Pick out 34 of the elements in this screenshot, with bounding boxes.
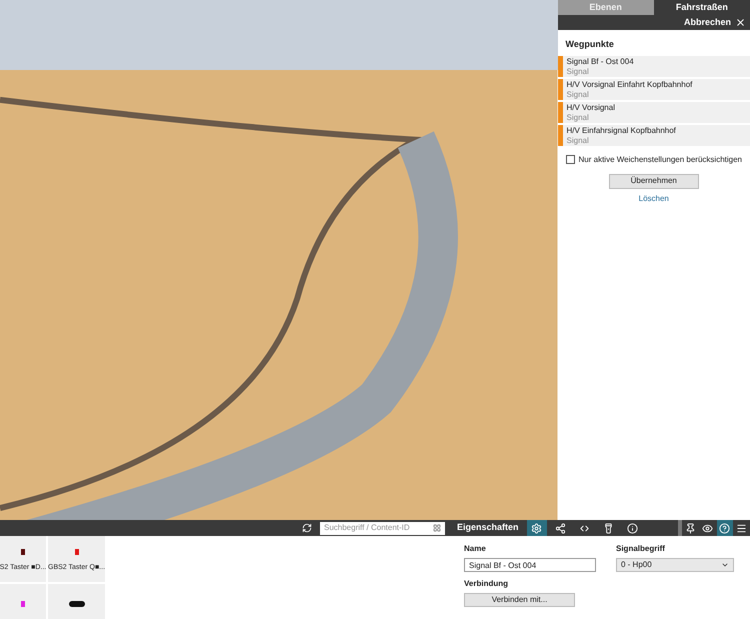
help-icon[interactable] — [716, 520, 733, 536]
checkbox-label: Nur aktive Weichenstellungen berücksichtigen — [578, 154, 742, 166]
waypoint-type: Signal — [566, 90, 590, 100]
chevron-icon — [721, 561, 729, 569]
waypoint-type: Signal — [566, 66, 590, 76]
name-input[interactable]: Signal Bf - Ost 004 — [464, 558, 596, 572]
waypoint-name: H/V Vorsignal Einfahrt Kopfbahnhof — [566, 80, 692, 90]
waypoint-item[interactable]: H/V Einfahrsignal Kopfbahnhof Signal — [558, 124, 750, 146]
waypoint-item[interactable]: H/V Vorsignal Einfahrt Kopfbahnhof Signal — [558, 78, 750, 100]
waypoint-item[interactable]: H/V Vorsignal Signal — [558, 102, 750, 122]
waypoint-item[interactable]: Signal Bf - Ost 004 Signal — [558, 56, 750, 76]
waypoint-name: Signal Bf - Ost 004 — [566, 56, 634, 66]
panel-tab[interactable]: Fahrstraßen — [654, 0, 750, 15]
waypoint-name: H/V Einfahrsignal Kopfbahnhof — [566, 126, 676, 136]
properties-title: Eigenschaften — [457, 521, 519, 534]
waypoint-type: Signal — [566, 112, 590, 122]
refresh-icon[interactable] — [302, 523, 312, 533]
close-icon[interactable] — [735, 17, 746, 28]
connect-button[interactable]: Verbinden mit... — [464, 593, 575, 607]
settings-icon[interactable] — [526, 520, 547, 536]
content-tile[interactable] — [48, 584, 105, 619]
search-field[interactable]: Suchbegriff / Content-ID — [320, 522, 445, 534]
section-title: Wegpunkte — [564, 38, 615, 51]
grid-icon[interactable] — [433, 524, 441, 532]
delete-link[interactable]: Löschen — [638, 192, 669, 204]
signal-label: Signalbegriff — [616, 543, 666, 555]
name-label: Name — [464, 543, 487, 555]
waypoint-type: Signal — [566, 136, 590, 146]
content-tile[interactable] — [0, 584, 46, 619]
checkbox[interactable] — [566, 155, 574, 164]
signal-dropdown[interactable]: 0 - Hp00 — [616, 558, 734, 572]
connection-label: Verbindung — [464, 578, 509, 590]
waypoint-name: H/V Vorsignal — [566, 102, 615, 112]
apply-button[interactable]: Übernehmen — [608, 174, 699, 188]
